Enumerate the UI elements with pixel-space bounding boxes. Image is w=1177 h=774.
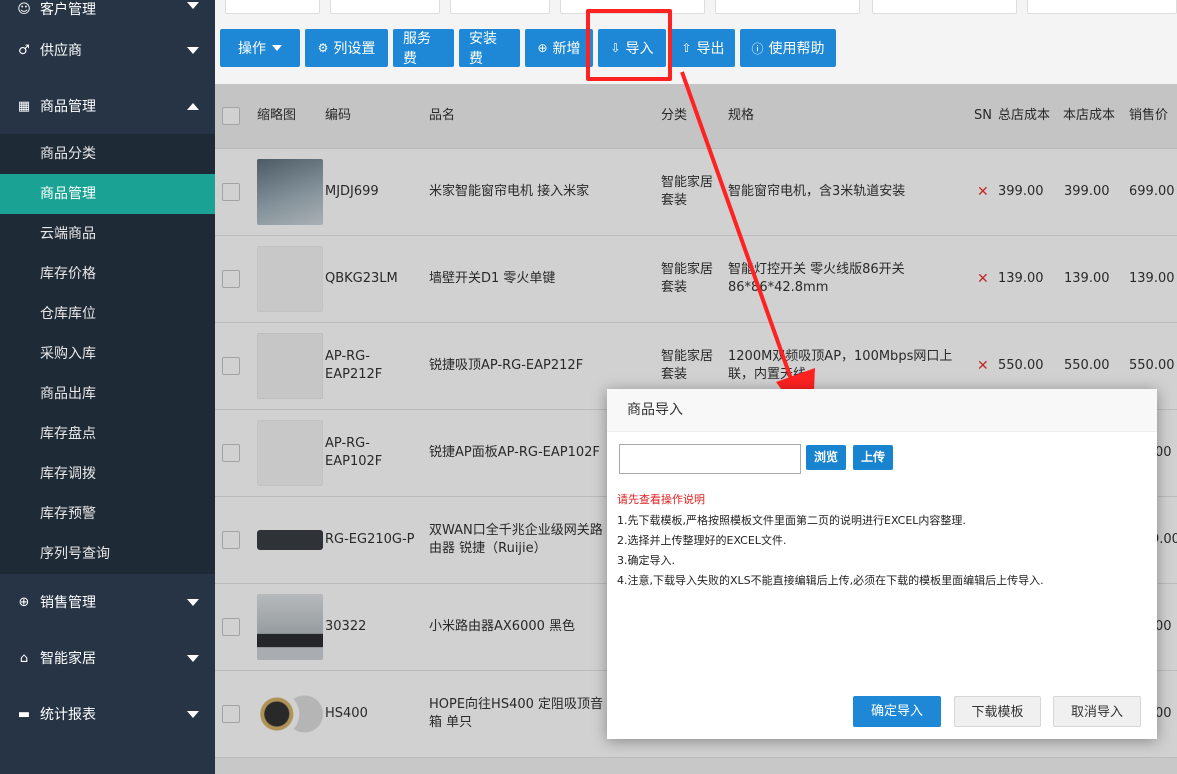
import-dialog: 商品导入 浏览 上传 请先查看操作说明 1.先下载模板,严格按照模板文件里面第二… [607,389,1157,739]
nav-group-smarthome[interactable]: ⌂ 智能家居 [0,630,215,686]
sidebar-item-goods-out[interactable]: 商品出库 [0,374,215,414]
sidebar-item-stock-price[interactable]: 库存价格 [0,254,215,294]
help-button[interactable]: ⓘ 使用帮助 [740,29,836,67]
sidebar-item-goods[interactable]: 商品管理 [0,174,215,214]
chevron-down-icon [187,655,199,662]
help-label: 使用帮助 [768,41,825,57]
nav-group-label: 智能家居 [40,651,96,667]
gift-icon: ▦ [17,98,31,114]
nav-group-sales[interactable]: ⊕ 销售管理 [0,574,215,630]
filter-input[interactable] [715,0,860,14]
sidebar-item-serial-query[interactable]: 序列号查询 [0,534,215,574]
nav-group-label: 供应商 [40,43,82,59]
operate-label: 操作 [238,41,266,57]
nav-group-label: 商品管理 [40,99,96,115]
chevron-down-icon [187,47,199,54]
chevron-down-icon [187,711,199,718]
sidebar-item-stocktake[interactable]: 库存盘点 [0,414,215,454]
export-icon: ⇧ [681,41,692,55]
instruction-line: 1.先下载模板,严格按照模板文件里面第二页的说明进行EXCEL内容整理. [617,514,966,527]
instruction-line: 4.注意,下载导入失败的XLS不能直接编辑后上传,必须在下载的模板里面编辑后上传… [617,574,1044,587]
sidebar: ☺ 客户管理 ♂ 供应商 ▦ 商品管理 商品分类 商品管理 云端商品 库存价格 … [0,0,215,774]
instructions-title: 请先查看操作说明 [617,493,705,506]
nav-group-label: 统计报表 [40,707,96,723]
sidebar-item-warehouse[interactable]: 仓库库位 [0,294,215,334]
add-label: 新增 [552,41,581,57]
cancel-import-button[interactable]: 取消导入 [1053,696,1141,727]
filter-input[interactable] [225,0,320,14]
dialog-body: 浏览 上传 请先查看操作说明 1.先下载模板,严格按照模板文件里面第二页的说明进… [607,432,1157,739]
add-button[interactable]: ⊕ 新增 [525,29,593,67]
instruction-line: 2.选择并上传整理好的EXCEL文件. [617,534,787,547]
instruction-line: 3.确定导入. [617,554,675,567]
nav-group-goods[interactable]: ▦ 商品管理 [0,78,215,134]
dialog-title: 商品导入 [607,389,1157,432]
nav-group-reports[interactable]: ▬ 统计报表 [0,686,215,742]
filter-input[interactable] [1027,0,1177,14]
service-fee-button[interactable]: 服务费 [393,29,454,67]
filter-input[interactable] [450,0,550,14]
sidebar-item-stock-alert[interactable]: 库存预警 [0,494,215,534]
nav-group-label: 客户管理 [40,2,96,18]
supplier-icon: ♂ [18,42,30,58]
gear-icon: ⚙ [317,41,329,55]
export-label: 导出 [696,41,725,57]
column-settings-button[interactable]: ⚙ 列设置 [305,29,388,67]
report-icon: ▬ [17,706,31,722]
goods-submenu: 商品分类 商品管理 云端商品 库存价格 仓库库位 采购入库 商品出库 库存盘点 … [0,134,215,574]
upload-button[interactable]: 上传 [853,445,894,470]
file-path-input[interactable] [619,444,801,474]
filter-input[interactable] [872,0,1017,14]
sidebar-item-category[interactable]: 商品分类 [0,134,215,174]
chevron-down-icon [187,2,199,9]
nav-group-label: 销售管理 [40,595,96,611]
cart-icon: ⊕ [18,594,30,610]
operate-button[interactable]: 操作 [220,29,300,67]
users-icon: ☺ [17,1,31,17]
plus-circle-icon: ⊕ [537,41,548,55]
annotation-highlight-box [586,9,672,81]
sidebar-item-transfer[interactable]: 库存调拨 [0,454,215,494]
download-template-button[interactable]: 下载模板 [954,696,1041,727]
nav-group-suppliers[interactable]: ♂ 供应商 [0,22,215,78]
chevron-down-icon [187,599,199,606]
browse-button[interactable]: 浏览 [806,445,847,470]
sidebar-item-cloud-goods[interactable]: 云端商品 [0,214,215,254]
home-icon: ⌂ [19,650,29,666]
chevron-up-icon [187,103,199,110]
help-icon: ⓘ [751,41,764,56]
caret-down-icon [272,45,282,51]
export-button[interactable]: ⇧ 导出 [671,29,735,67]
sidebar-item-purchase-in[interactable]: 采购入库 [0,334,215,374]
filter-input[interactable] [330,0,440,14]
install-fee-button[interactable]: 安装费 [459,29,520,67]
filter-strip [215,0,1177,18]
nav-group-customers[interactable]: ☺ 客户管理 [0,0,215,22]
toolbar: 操作 ⚙ 列设置 服务费 安装费 ⊕ 新增 ⇩ 导入 ⇧ 导出 ⓘ 使用帮助 [220,29,841,67]
confirm-import-button[interactable]: 确定导入 [853,696,941,727]
column-settings-label: 列设置 [333,41,376,57]
